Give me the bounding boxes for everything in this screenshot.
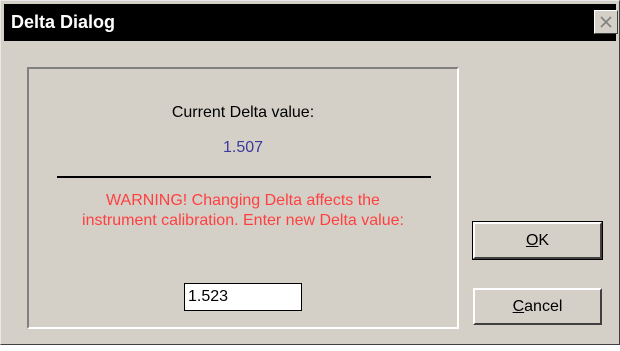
ok-button[interactable]: OK [472, 221, 603, 260]
close-icon [600, 16, 612, 28]
ok-accelerator: O [525, 231, 539, 249]
cancel-accelerator: C [512, 297, 525, 315]
delta-panel: Current Delta value: 1.507 WARNING! Chan… [27, 67, 459, 329]
cancel-button[interactable]: Cancel [473, 288, 602, 325]
title-bar[interactable]: Delta Dialog [4, 4, 618, 41]
warning-line-1: WARNING! Changing Delta affects the [106, 192, 380, 209]
divider [57, 176, 431, 178]
cancel-label-rest: ancel [524, 297, 563, 315]
new-delta-input[interactable] [184, 283, 302, 311]
current-delta-label: Current Delta value: [171, 104, 315, 121]
current-delta-value: 1.507 [222, 139, 264, 156]
delta-dialog: Delta Dialog Current Delta value: 1.507 … [0, 0, 620, 345]
window-title: Delta Dialog [11, 12, 116, 32]
warning-line-2: instrument calibration. Enter new Delta … [82, 212, 404, 229]
ok-label-rest: K [538, 231, 550, 249]
close-button[interactable] [594, 10, 618, 34]
warning-message: WARNING! Changing Delta affects the inst… [29, 191, 457, 231]
